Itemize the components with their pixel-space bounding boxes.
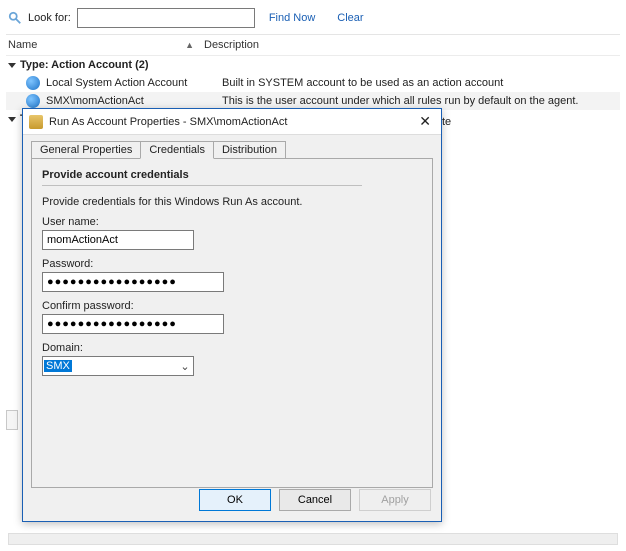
find-now-link[interactable]: Find Now [261,12,323,24]
apply-button: Apply [359,489,431,511]
close-icon[interactable]: ✕ [415,113,435,130]
section-hint: Provide credentials for this Windows Run… [42,196,422,208]
dialog-icon [29,115,43,129]
domain-value: SMX [44,360,72,372]
tab-strip: General Properties Credentials Distribut… [23,135,441,158]
account-icon [26,76,40,90]
column-header-name[interactable]: Name ▲ [8,39,204,51]
chevron-down-icon: ⌄ [177,360,193,373]
password-label: Password: [42,258,422,270]
dialog-button-row: OK Cancel Apply [199,489,431,511]
tab-credentials[interactable]: Credentials [140,141,214,159]
expand-icon [8,117,16,122]
confirm-password-label: Confirm password: [42,300,422,312]
domain-label: Domain: [42,342,422,354]
clear-link[interactable]: Clear [329,12,371,24]
credentials-tab-page: Provide account credentials Provide cred… [31,158,433,488]
tab-general-properties[interactable]: General Properties [31,141,141,158]
cancel-button[interactable]: Cancel [279,489,351,511]
row-name: SMX\momActionAct [46,95,222,107]
search-icon [8,11,22,25]
col-name-text: Name [8,39,37,51]
group-header-action-account[interactable]: Type: Action Account (2) [6,56,620,74]
column-header-description[interactable]: Description [204,39,259,51]
status-bar [8,533,618,545]
expand-icon [8,63,16,68]
password-input[interactable] [42,272,224,292]
list-item[interactable]: Local System Action Account Built in SYS… [6,74,620,92]
search-input[interactable] [77,8,255,28]
group-title: Type: Action Account (2) [20,59,149,71]
obscured-row-text: te [442,116,451,128]
confirm-password-input[interactable] [42,314,224,334]
sort-asc-icon: ▲ [185,40,194,50]
row-name: Local System Action Account [46,77,222,89]
column-header-row: Name ▲ Description [6,35,620,56]
dialog-title-text: Run As Account Properties - SMX\momActio… [49,116,287,128]
section-heading: Provide account credentials [42,169,362,186]
run-as-account-properties-dialog: Run As Account Properties - SMX\momActio… [22,108,442,522]
account-icon [26,94,40,108]
ok-button[interactable]: OK [199,489,271,511]
scroll-button[interactable] [6,410,18,430]
row-desc: Built in SYSTEM account to be used as an… [222,77,503,89]
domain-combobox[interactable]: SMX ⌄ [42,356,194,376]
user-name-label: User name: [42,216,422,228]
credentials-form: User name: Password: Confirm password: D… [42,216,422,376]
row-desc: This is the user account under which all… [222,95,579,107]
tab-distribution[interactable]: Distribution [213,141,286,158]
look-for-label: Look for: [28,12,71,24]
dialog-titlebar[interactable]: Run As Account Properties - SMX\momActio… [23,109,441,135]
user-name-input[interactable] [42,230,194,250]
search-toolbar: Look for: Find Now Clear [6,6,620,35]
